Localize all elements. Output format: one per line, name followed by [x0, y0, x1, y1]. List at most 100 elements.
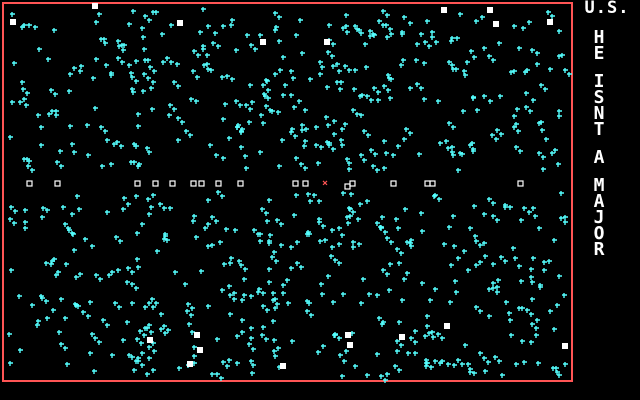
- plant-cell: [121, 338, 126, 343]
- plant-cell: [266, 96, 271, 101]
- plant-cell: [316, 350, 321, 355]
- plant-cell: [105, 138, 110, 143]
- plant-cell: [452, 363, 457, 368]
- message-letter: R: [593, 239, 605, 260]
- plant-cell: [292, 213, 297, 218]
- plant-cell: [400, 298, 405, 303]
- plant-cell: [39, 125, 44, 130]
- plant-cell: [55, 160, 60, 165]
- plant-cell: [267, 280, 272, 285]
- plant-cell: [316, 161, 321, 166]
- plant-cell: [141, 89, 146, 94]
- plant-cell: [92, 369, 97, 374]
- plant-cell: [277, 39, 282, 44]
- plant-cell: [206, 198, 211, 203]
- plant-cell: [331, 42, 336, 47]
- plant-cell: [267, 198, 272, 203]
- solid-block: [487, 7, 493, 13]
- plant-cell: [140, 363, 145, 368]
- plant-cell: [333, 258, 338, 263]
- plant-cell: [145, 372, 150, 377]
- plant-cell: [244, 166, 249, 171]
- plant-cell: [474, 19, 479, 24]
- solid-block: [194, 332, 200, 338]
- plant-cell: [172, 80, 177, 85]
- plant-cell: [221, 117, 226, 122]
- solid-block: [10, 19, 16, 25]
- plant-cell: [125, 320, 130, 325]
- plant-cell: [472, 204, 477, 209]
- plant-cell: [382, 166, 387, 171]
- plant-cell: [347, 161, 352, 166]
- plant-cell: [225, 74, 230, 79]
- plant-cell: [215, 337, 220, 342]
- plant-cell: [351, 108, 356, 113]
- plant-cell: [259, 113, 264, 118]
- plant-cell: [24, 103, 29, 108]
- plant-cell: [557, 109, 562, 114]
- plant-cell: [452, 244, 457, 249]
- plant-cell: [486, 360, 491, 365]
- plant-cell: [362, 129, 367, 134]
- plant-cell: [554, 366, 559, 371]
- plant-cell: [250, 100, 255, 105]
- plant-cell: [525, 308, 530, 313]
- plant-cell: [413, 340, 418, 345]
- plant-cell: [93, 106, 98, 111]
- plant-cell: [341, 26, 346, 31]
- plant-cell: [414, 58, 419, 63]
- plant-cell: [152, 69, 157, 74]
- plant-cell: [340, 233, 345, 238]
- plant-cell: [264, 104, 269, 109]
- plant-cell: [97, 12, 102, 17]
- plant-cell: [79, 64, 84, 69]
- plant-cell: [228, 261, 233, 266]
- plant-cell: [72, 66, 77, 71]
- plant-cell: [540, 128, 545, 133]
- plant-cell: [107, 273, 112, 278]
- plant-cell: [364, 65, 369, 70]
- plant-cell: [220, 288, 225, 293]
- plant-cell: [227, 358, 232, 363]
- row-block: [344, 183, 351, 190]
- plant-cell: [154, 301, 159, 306]
- plant-cell: [117, 305, 122, 310]
- plant-cell: [9, 205, 14, 210]
- plant-cell: [47, 112, 52, 117]
- plant-cell: [509, 333, 514, 338]
- plant-cell: [530, 297, 535, 302]
- plant-cell: [530, 280, 535, 285]
- plant-cell: [25, 91, 30, 96]
- plant-cell: [77, 207, 82, 212]
- plant-cell: [61, 205, 66, 210]
- plant-cell: [528, 109, 533, 114]
- plant-cell: [466, 362, 471, 367]
- plant-cell: [93, 336, 98, 341]
- plant-cell: [267, 267, 272, 272]
- plant-cell: [249, 294, 254, 299]
- plant-cell: [508, 318, 513, 323]
- row-block: [54, 180, 61, 187]
- plant-cell: [451, 125, 456, 130]
- plant-cell: [196, 53, 201, 58]
- plant-cell: [420, 281, 425, 286]
- plant-cell: [368, 29, 373, 34]
- plant-cell: [223, 102, 228, 107]
- plant-cell: [272, 338, 277, 343]
- plant-cell: [49, 262, 54, 267]
- plant-cell: [424, 358, 429, 363]
- plant-cell: [543, 87, 548, 92]
- plant-cell: [365, 199, 370, 204]
- player-marker-icon[interactable]: ×: [322, 178, 328, 189]
- plant-cell: [474, 263, 479, 268]
- plant-cell: [65, 362, 70, 367]
- plant-cell: [166, 328, 171, 333]
- mine-field-map[interactable]: ×: [0, 0, 640, 400]
- plant-cell: [553, 148, 558, 153]
- plant-cell: [367, 292, 372, 297]
- plant-cell: [216, 190, 221, 195]
- plant-cell: [293, 134, 298, 139]
- plant-cell: [135, 257, 140, 262]
- plant-cell: [294, 156, 299, 161]
- plant-cell: [86, 153, 91, 158]
